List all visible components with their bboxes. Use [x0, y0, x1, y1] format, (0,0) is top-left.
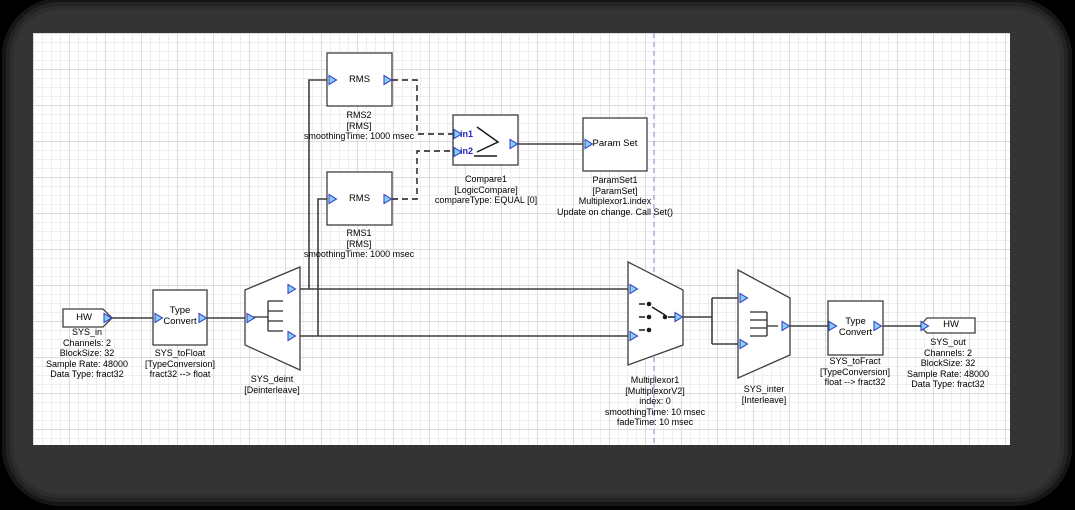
wire-rms2-to-compare-in1[interactable]	[392, 80, 454, 134]
block-rms2[interactable]	[327, 53, 392, 106]
wire-rms1-to-compare-in2[interactable]	[392, 151, 454, 199]
layout-canvas[interactable]: HW Type Convert RMS RMS Param Set Type C…	[33, 33, 1010, 445]
block-compare1[interactable]	[453, 115, 518, 165]
wire-mux-to-inter[interactable]	[683, 298, 741, 344]
screenshot-root: { "window": { "kind": "audio-weaver-layo…	[0, 0, 1075, 510]
block-rms1[interactable]	[327, 172, 392, 225]
